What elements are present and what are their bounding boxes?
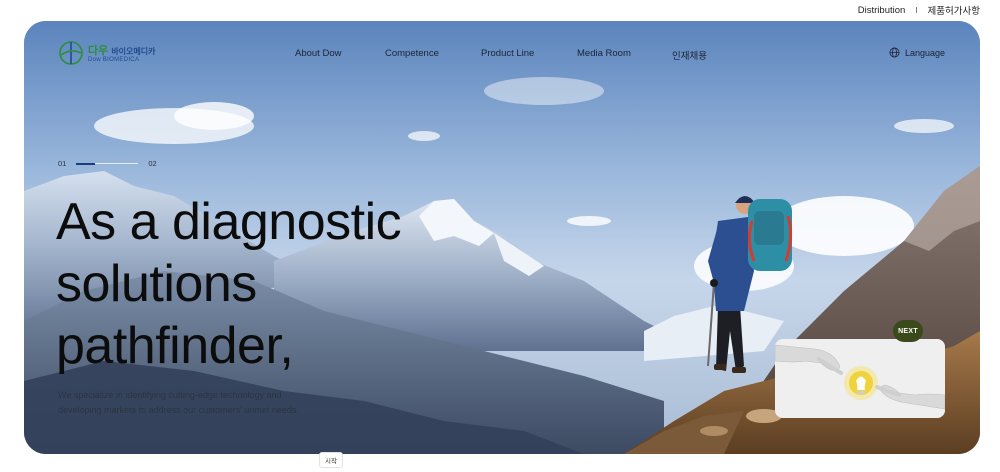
headline-line-2: solutions [56,255,257,313]
hands-lightbulb-image [775,339,945,418]
description-line-1: We specialize in identifying cutting-edg… [58,390,282,400]
hero-banner: 다우 바이오메디카 Dow BIOMEDICA About Dow Compet… [24,21,980,454]
nav-product-line[interactable]: Product Line [481,48,577,62]
pager-progress-track [76,162,139,165]
headline-line-3: pathfinder, [56,317,294,375]
utility-bar: Distribution I 제품허가사항 [858,3,980,18]
logo-mark-icon [59,41,83,65]
logo-korean-text: 다우 바이오메디카 [88,45,156,57]
company-logo[interactable]: 다우 바이오메디카 Dow BIOMEDICA [58,40,168,70]
pager-progress-fill [76,162,95,165]
hero-description: We specialize in identifying cutting-edg… [58,388,378,418]
headline-line-1: As a diagnostic [56,193,402,251]
nav-about-dow[interactable]: About Dow [295,48,385,62]
product-approvals-link[interactable]: 제품허가사항 [928,3,980,17]
pager-next[interactable]: 02 [148,159,156,168]
logo-english-text: Dow BIOMEDICA [88,57,140,63]
next-slide-card[interactable] [775,339,945,418]
language-selector[interactable]: Language [889,47,945,58]
slide-pager: 01 02 [58,159,157,168]
nav-competence[interactable]: Competence [385,48,481,62]
pager-current[interactable]: 01 [58,159,66,168]
description-line-2: developing markets to address our custom… [58,405,299,415]
nav-careers[interactable]: 인재채용 [672,48,732,62]
main-nav: About Dow Competence Product Line Media … [295,48,732,62]
language-label: Language [905,47,946,58]
start-tag: 시작 [319,452,343,468]
next-button[interactable]: NEXT [893,320,923,342]
utility-separator: I [915,5,918,15]
nav-media-room[interactable]: Media Room [577,48,672,62]
distribution-link[interactable]: Distribution [858,5,906,16]
hero-headline: As a diagnostic solutions pathfinder, [56,191,476,377]
globe-icon [889,47,900,58]
